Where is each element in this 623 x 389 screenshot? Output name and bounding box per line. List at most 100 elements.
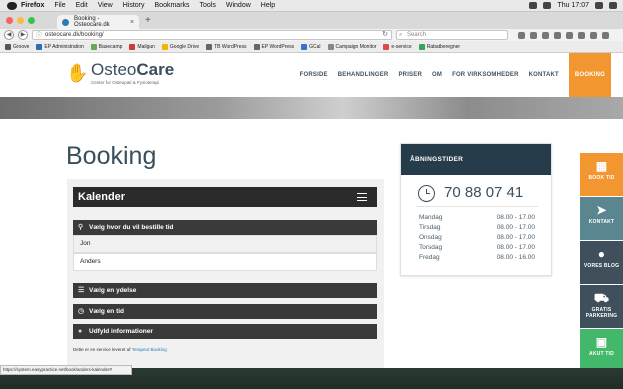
side-book-tid[interactable]: ▦ BOOK TID xyxy=(580,153,623,196)
menu-tools[interactable]: Tools xyxy=(200,2,216,9)
new-tab-button[interactable]: + xyxy=(145,15,151,26)
zoom-window-button[interactable] xyxy=(28,17,35,24)
menu-help[interactable]: Help xyxy=(261,2,275,9)
hands-logo-icon: ✋ xyxy=(66,63,89,83)
side-akut-tid[interactable]: ▣ AKUT TID xyxy=(580,329,623,368)
menu-view[interactable]: View xyxy=(98,2,113,9)
browser-tab[interactable]: Booking - Osteocare.dk × xyxy=(57,15,139,29)
bookmark-item[interactable]: Groove xyxy=(5,43,29,50)
menu-window[interactable]: Window xyxy=(226,2,251,9)
wifi-icon[interactable] xyxy=(529,2,538,9)
hours-row: Mandag 08.00 - 17.00 xyxy=(419,214,535,221)
bookmark-item[interactable]: Campaign Monitor xyxy=(327,43,376,50)
bookmark-item[interactable]: GCal xyxy=(301,43,321,50)
bookmark-item[interactable]: EP WordPress xyxy=(253,43,294,50)
menu-app[interactable]: Firefox xyxy=(21,2,44,9)
clock-icon: ◷ xyxy=(78,308,85,315)
adblock-icon[interactable] xyxy=(590,31,597,39)
bookmark-item[interactable]: Basecamp xyxy=(90,43,122,50)
pocket-icon[interactable] xyxy=(566,31,573,39)
url-bar[interactable]: ⓘ osteocare.dk/booking/ ↻ xyxy=(32,30,392,40)
hamburger-menu-icon[interactable] xyxy=(602,31,609,39)
minimize-window-button[interactable] xyxy=(17,17,24,24)
tab-bar: Booking - Osteocare.dk × + xyxy=(0,12,623,29)
menu-file[interactable]: File xyxy=(54,2,65,9)
search-field[interactable]: ⌕ Search xyxy=(396,30,508,40)
reload-icon[interactable]: ↻ xyxy=(382,31,388,39)
nav-kontakt[interactable]: KONTAKT xyxy=(529,72,559,78)
back-button[interactable]: ◀ xyxy=(4,30,14,40)
location-option-jon[interactable]: Jon xyxy=(73,235,377,253)
close-window-button[interactable] xyxy=(6,17,13,24)
calendar-header: Kalender xyxy=(73,187,377,207)
location-option-anders[interactable]: Anders xyxy=(73,253,377,271)
spotlight-icon[interactable] xyxy=(595,2,603,9)
toolbar-icons xyxy=(518,31,609,39)
download-icon[interactable] xyxy=(542,31,549,39)
hours-row: Fredag 08.00 - 16.00 xyxy=(419,254,535,261)
hamburger-icon[interactable] xyxy=(357,193,367,201)
apple-icon[interactable] xyxy=(7,1,17,10)
nav-toolbar: ◀ ▶ ⓘ osteocare.dk/booking/ ↻ ⌕ Search xyxy=(0,29,623,41)
clock-icon xyxy=(418,185,435,202)
menu-edit[interactable]: Edit xyxy=(76,2,88,9)
favicon-icon xyxy=(62,18,69,26)
step-info[interactable]: ● Udfyld informationer xyxy=(73,324,377,339)
tab-close-icon[interactable]: × xyxy=(130,19,134,26)
reading-list-icon[interactable] xyxy=(530,31,537,39)
info-icon[interactable]: ⓘ xyxy=(36,32,42,40)
nav-for-virksomheder[interactable]: FOR VIRKSOMHEDER xyxy=(452,72,519,78)
calendar-icon: ▦ xyxy=(595,159,608,173)
bookmark-item[interactable]: e-service xyxy=(383,43,412,50)
user-icon: ● xyxy=(78,328,83,335)
home-icon[interactable] xyxy=(554,31,561,39)
search-placeholder: Search xyxy=(407,32,427,38)
list-icon: ☰ xyxy=(78,287,85,294)
site-header: ✋ OsteoCare Center for Osteopati & Fysio… xyxy=(0,53,623,97)
search-icon: ⌕ xyxy=(399,32,403,38)
credit-link[interactable]: Terapeut Booking xyxy=(132,347,167,352)
forward-button[interactable]: ▶ xyxy=(18,30,28,40)
phone-number[interactable]: 70 88 07 41 xyxy=(444,184,523,201)
hero-banner xyxy=(0,97,623,119)
notification-center-icon[interactable] xyxy=(609,2,617,9)
hours-row: Onsdag 08.00 - 17.00 xyxy=(419,234,535,241)
star-icon[interactable] xyxy=(518,31,525,39)
site-logo[interactable]: ✋ OsteoCare Center for Osteopati & Fysio… xyxy=(66,60,175,86)
hours-row: Torsdag 08.00 - 17.00 xyxy=(419,244,535,251)
nav-om[interactable]: OM xyxy=(432,72,442,78)
step-service[interactable]: ☰ Vælg en ydelse xyxy=(73,283,377,298)
battery-icon[interactable] xyxy=(543,2,552,9)
bookmark-item[interactable]: Rabatberegner xyxy=(418,43,460,50)
side-kontakt[interactable]: ➤ KONTAKT xyxy=(580,197,623,240)
nav-forside[interactable]: FORSIDE xyxy=(300,72,328,78)
bookmark-item[interactable]: Google Drive xyxy=(161,43,199,50)
side-vores-blog[interactable]: ● VORES BLOG xyxy=(580,241,623,284)
hours-row: Tirsdag 08.00 - 17.00 xyxy=(419,224,535,231)
url-text: osteocare.dk/booking/ xyxy=(45,32,104,38)
opening-hours-card: ÅBNINGSTIDER 70 88 07 41 Mandag 08.00 - 1… xyxy=(400,143,552,276)
chat-icon: ● xyxy=(597,247,606,261)
menu-bookmarks[interactable]: Bookmarks xyxy=(155,2,190,9)
opening-hours-title: ÅBNINGSTIDER xyxy=(401,144,551,175)
paper-plane-icon: ➤ xyxy=(596,203,607,217)
bookmark-item[interactable]: TB WordPress xyxy=(206,43,247,50)
menubar-clock[interactable]: Thu 17:07 xyxy=(557,2,589,9)
logo-wordmark: OsteoCare xyxy=(91,60,175,79)
step-time[interactable]: ◷ Vælg en tid xyxy=(73,304,377,319)
side-gratis-parkering[interactable]: ⛟ GRATIS PARKERING xyxy=(580,285,623,328)
nav-behandlinger[interactable]: BEHANDLINGER xyxy=(338,72,389,78)
main-nav: FORSIDE BEHANDLINGER PRISER OM FOR VIRKS… xyxy=(300,53,623,97)
booking-widget: Kalender ⚲ Vælg hvor du vil bestille tid… xyxy=(67,179,384,368)
service-credit: Dette er en service leveret af Terapeut … xyxy=(73,347,167,352)
bookmark-item[interactable]: Mailgun xyxy=(129,43,155,50)
nav-priser[interactable]: PRISER xyxy=(398,72,422,78)
nav-booking[interactable]: BOOKING xyxy=(568,53,611,97)
extension-icon[interactable] xyxy=(578,31,585,39)
car-icon: ⛟ xyxy=(593,291,610,305)
menu-history[interactable]: History xyxy=(123,2,145,9)
bookmark-item[interactable]: EP Administration xyxy=(36,43,84,50)
divider xyxy=(416,206,538,207)
window-controls xyxy=(6,17,35,24)
step-location[interactable]: ⚲ Vælg hvor du vil bestille tid xyxy=(73,220,377,235)
